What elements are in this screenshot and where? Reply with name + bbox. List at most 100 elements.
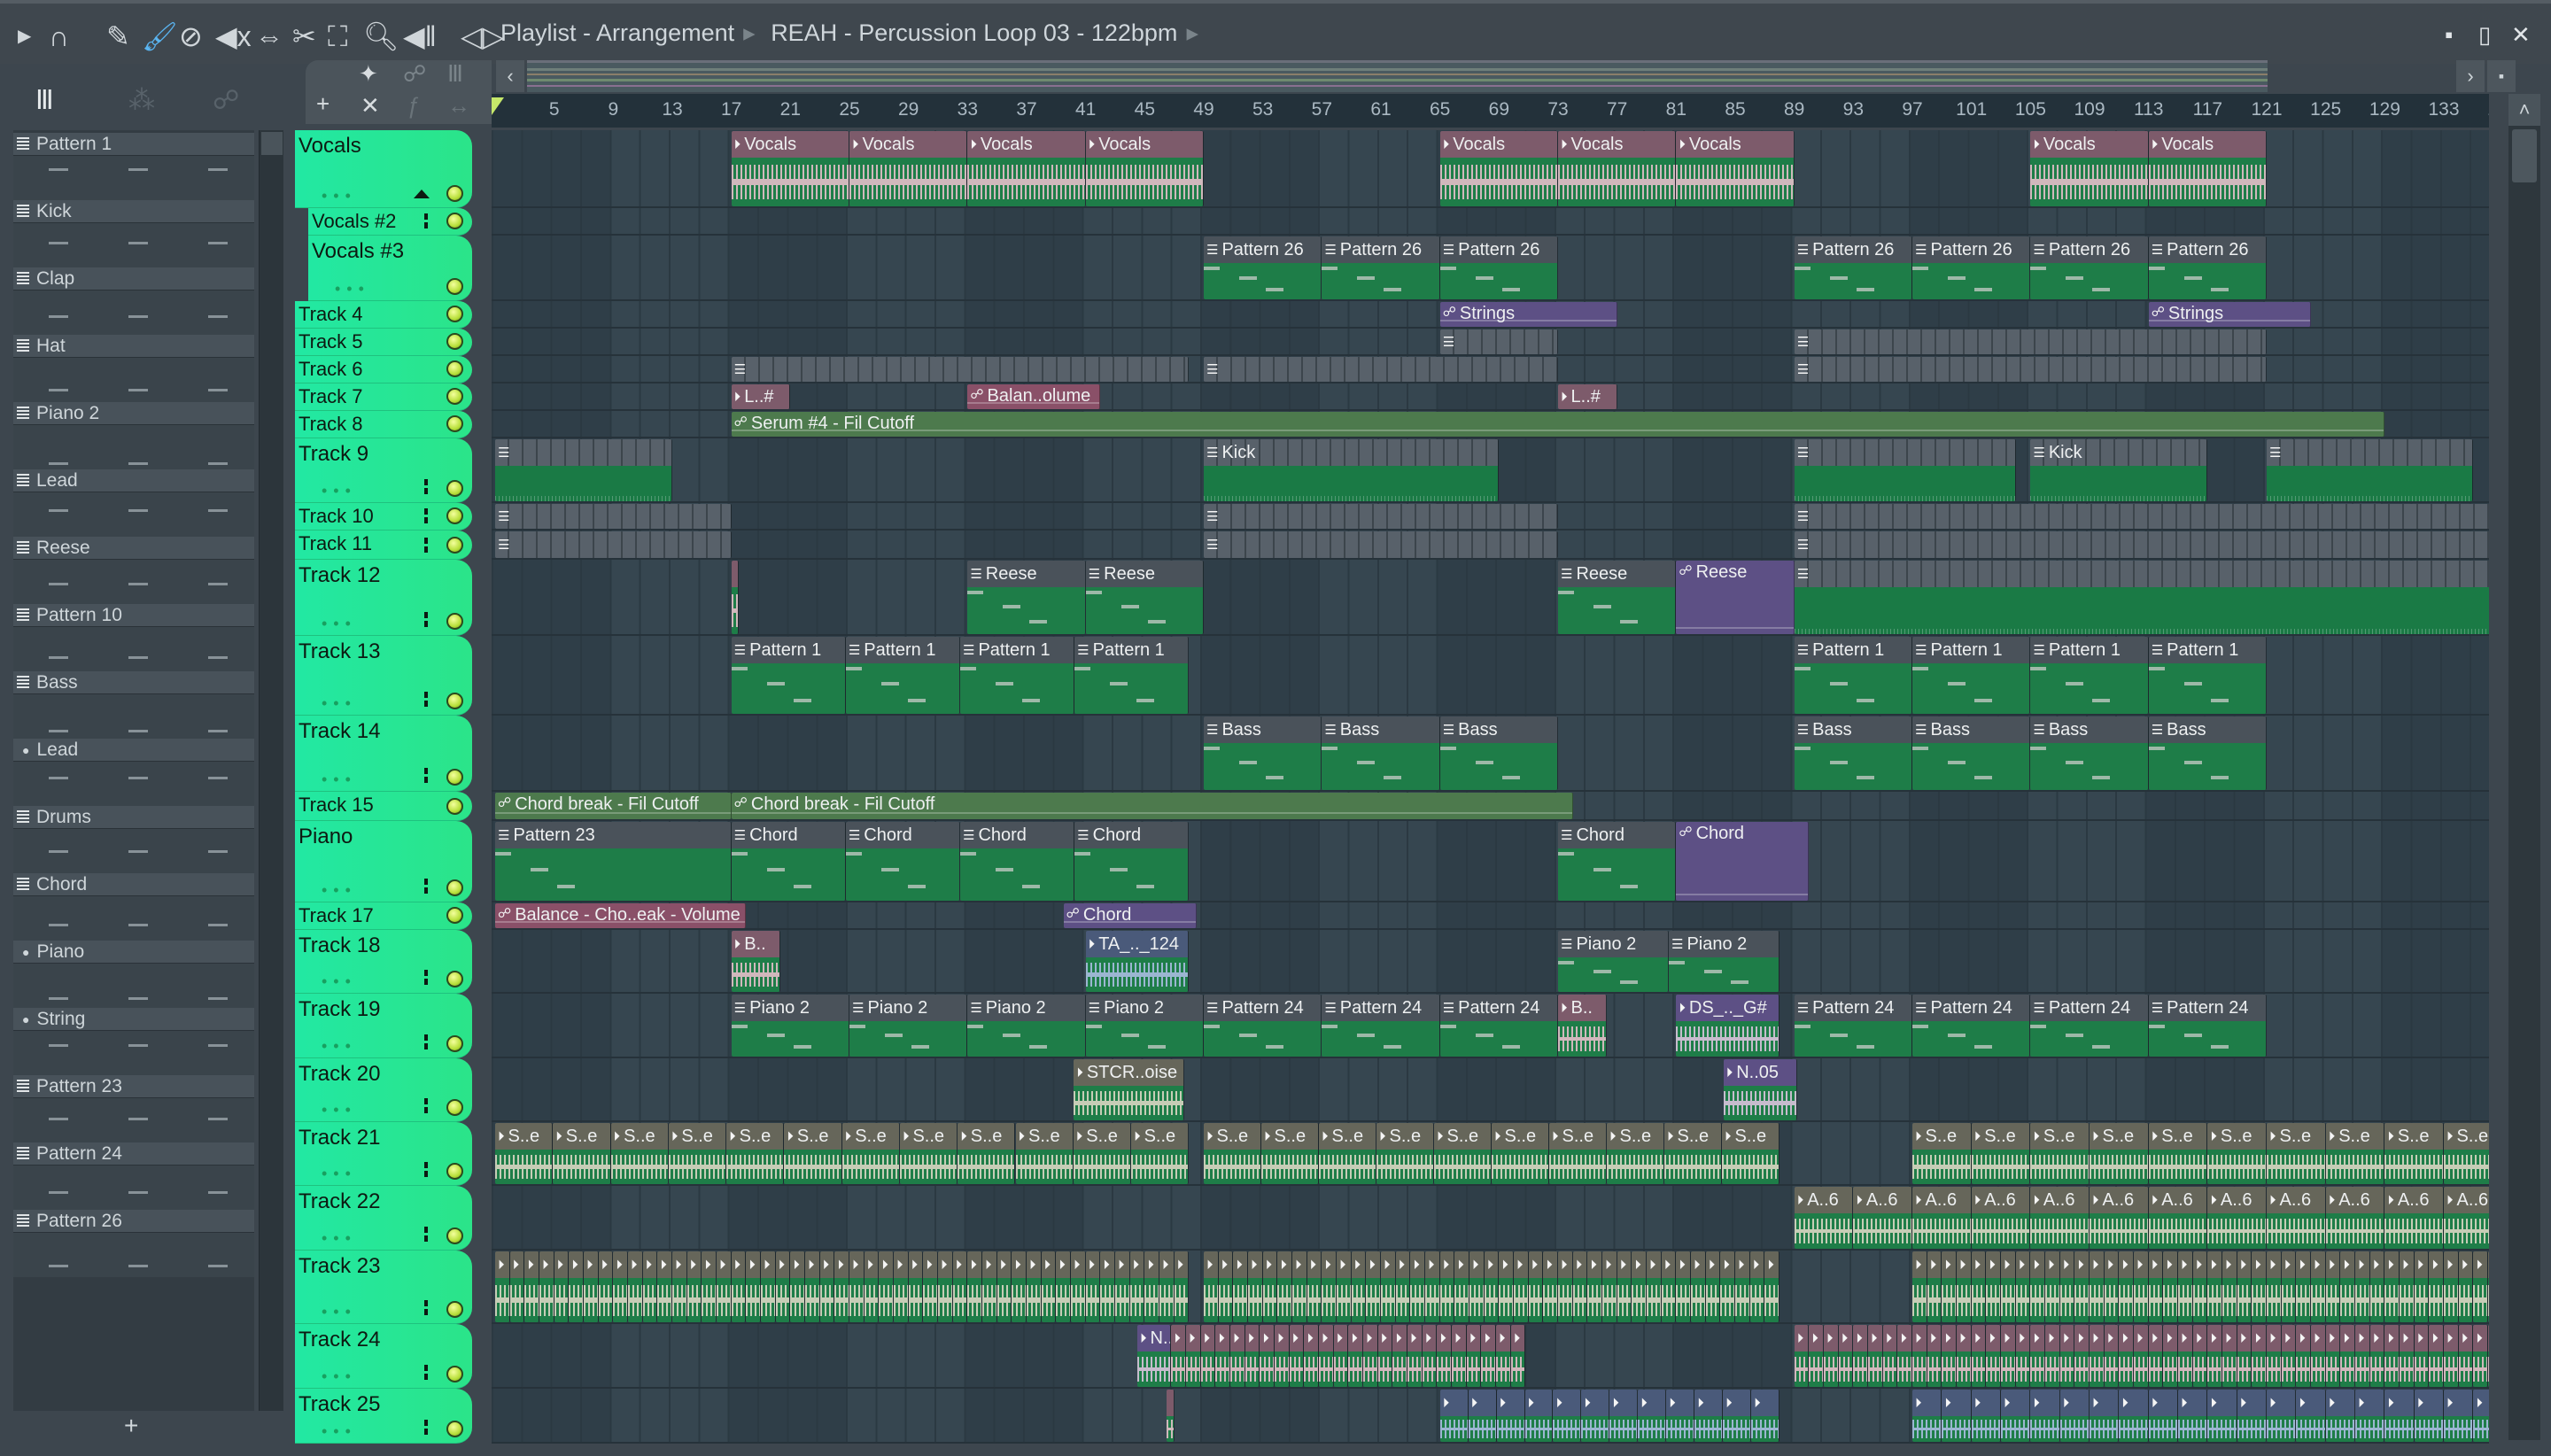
- track-options-icon[interactable]: • • •: [322, 1229, 352, 1248]
- clip-header[interactable]: ⏵: [2384, 1390, 2414, 1416]
- clip-header[interactable]: ⏵ S..e: [2030, 1123, 2090, 1150]
- track-lane[interactable]: ⏵N..05⏵⏵⏵⏵⏵⏵⏵⏵⏵⏵⏵⏵⏵⏵⏵⏵⏵⏵⏵⏵⏵⏵⏵⏵⏵⏵⏵⏵⏵⏵⏵⏵⏵⏵…: [492, 1324, 2489, 1389]
- audio-clip[interactable]: ⏵: [2296, 1390, 2326, 1442]
- clip-header[interactable]: ⏵: [2104, 1251, 2119, 1278]
- audio-clip[interactable]: ⏵: [1348, 1325, 1363, 1387]
- clip-header[interactable]: ⏵: [1510, 1325, 1525, 1351]
- pattern-item-header[interactable]: Pattern 10: [13, 604, 254, 627]
- clip-header[interactable]: ⏵ S..e: [1131, 1123, 1189, 1150]
- audio-clip[interactable]: ⏵: [702, 1251, 717, 1322]
- audio-clip[interactable]: ⏵: [1129, 1251, 1145, 1322]
- audio-clip[interactable]: ⏵: [996, 1251, 1012, 1322]
- clip-header[interactable]: ☍ Chord: [1064, 903, 1196, 928]
- clip-header[interactable]: ☰ Chord: [1558, 822, 1676, 848]
- clip-header[interactable]: ⏵: [2355, 1390, 2384, 1416]
- audio-clip[interactable]: ⏵: [2237, 1390, 2268, 1442]
- track-options-icon[interactable]: • • •: [322, 881, 352, 900]
- track-name[interactable]: Track 6: [299, 358, 363, 381]
- audio-clip[interactable]: ⏵ S..e: [726, 1123, 785, 1184]
- audio-clip[interactable]: ⏵: [1337, 1251, 1352, 1322]
- audio-clip[interactable]: ⏵: [1809, 1325, 1825, 1387]
- clip-header[interactable]: ⏵ S..e: [1722, 1123, 1779, 1150]
- track-name[interactable]: Track 15: [299, 794, 374, 817]
- audio-clip[interactable]: ⏵: [1723, 1390, 1752, 1442]
- clip-header[interactable]: ⏵: [1587, 1251, 1601, 1278]
- track-lane[interactable]: ⏵ ⏵ ⏵ ⏵ ⏵ ⏵ ⏵ ⏵ ⏵ ⏵ ⏵ ⏵ ⏵ ⏵ ⏵ ⏵ ⏵ ⏵ ⏵ ⏵ ⏵ ⏵ ⏵ ⏵ ⏵ ⏵ ⏵ ⏵ ⏵ ⏵ ⏵ ⏵: [492, 1389, 2489, 1444]
- clip-header[interactable]: ⏵: [1912, 1325, 1927, 1351]
- audio-clip[interactable]: ⏵: [1510, 1325, 1526, 1387]
- audio-clip[interactable]: ⏵ TA_.._124: [1085, 931, 1190, 992]
- clip-header[interactable]: ☰ Piano 2: [731, 995, 849, 1021]
- clip-header[interactable]: ⏵: [2178, 1325, 2192, 1351]
- audio-clip[interactable]: ⏵: [2163, 1325, 2179, 1387]
- clip-header[interactable]: ⏵: [2163, 1325, 2178, 1351]
- clip-header[interactable]: ☰ Bass: [2030, 716, 2148, 743]
- audio-clip[interactable]: ⏵ S..e: [2207, 1123, 2268, 1184]
- clip-header[interactable]: ☰ Pattern 26: [1794, 236, 1912, 263]
- clip-header[interactable]: ⏵: [2429, 1251, 2444, 1278]
- audio-clip[interactable]: ⏵ Vocals: [967, 131, 1086, 206]
- collapse-group-icon[interactable]: [414, 190, 430, 198]
- clip-header[interactable]: ☰: [1439, 329, 1558, 354]
- audio-clip[interactable]: ⏵ S..e: [1073, 1123, 1132, 1184]
- audio-clip[interactable]: ⏵: [1897, 1325, 1913, 1387]
- clip-header[interactable]: ⏵: [1676, 1251, 1691, 1278]
- clip-header[interactable]: ⏵: [1319, 1325, 1333, 1351]
- playhead-marker[interactable]: [492, 97, 504, 115]
- clip-header[interactable]: ☰ Pattern 24: [1912, 995, 2030, 1021]
- pattern-clip[interactable]: ☰ Pattern 24: [1204, 995, 1322, 1057]
- clip-header[interactable]: ☰ Kick: [1204, 439, 1499, 466]
- clip-header[interactable]: ⏵: [569, 1251, 583, 1278]
- pattern-clip[interactable]: ☰ Pattern 23: [495, 822, 732, 901]
- clip-header[interactable]: ☰: [495, 531, 731, 558]
- track-lane[interactable]: ☰ ☰ ☰: [492, 356, 2489, 383]
- audio-clip[interactable]: ⏵: [509, 1251, 525, 1322]
- clip-header[interactable]: ⏵: [1553, 1390, 1581, 1416]
- track-name[interactable]: Track 20: [299, 1062, 380, 1087]
- scrollbar-thumb[interactable]: [261, 132, 283, 155]
- audio-clip[interactable]: ⏵: [2384, 1390, 2415, 1442]
- clip-header[interactable]: ⏵: [1927, 1325, 1942, 1351]
- audio-clip[interactable]: ⏵ A..6: [2148, 1187, 2208, 1249]
- audio-clip[interactable]: ⏵: [1838, 1325, 1854, 1387]
- clip-header[interactable]: ⏵: [1481, 1325, 1495, 1351]
- menu-arrow-icon[interactable]: ▶: [18, 21, 31, 51]
- clip-header[interactable]: ☰ Bass: [1912, 716, 2030, 743]
- track-lane[interactable]: ⏵ Vocals ⏵ Vocals ⏵ Vocals ⏵ Vocals ⏵ Vocals ⏵ Voca…: [492, 130, 2489, 208]
- audio-clip[interactable]: ⏵ S..e: [1607, 1123, 1665, 1184]
- clip-header[interactable]: ⏵: [1912, 1251, 1927, 1278]
- clip-header[interactable]: [731, 561, 738, 587]
- clip-header[interactable]: ⏵: [628, 1251, 642, 1278]
- clip-header[interactable]: ⏵: [1171, 1325, 1185, 1351]
- clip-header[interactable]: ⏵: [1661, 1251, 1676, 1278]
- clip-header[interactable]: ⏵: [2045, 1251, 2059, 1278]
- add-track-button[interactable]: +: [316, 90, 330, 118]
- clip-header[interactable]: ⏵: [2030, 1251, 2045, 1278]
- clip-header[interactable]: ⏵: [894, 1251, 908, 1278]
- clip-header[interactable]: ⏵: [1735, 1251, 1749, 1278]
- clip-header[interactable]: ⏵: [1307, 1251, 1322, 1278]
- clip-header[interactable]: ⏵: [1691, 1251, 1705, 1278]
- audio-clip[interactable]: ⏵: [2267, 1325, 2282, 1387]
- automation-clip[interactable]: ☍ Chord break - Fil Cutoff: [495, 793, 732, 819]
- audio-clip[interactable]: ⏵: [1484, 1251, 1500, 1322]
- audio-clip[interactable]: ⏵ S..e: [2148, 1123, 2208, 1184]
- track-header[interactable]: Piano • • •: [295, 821, 472, 902]
- magnet-icon[interactable]: ∩: [49, 21, 69, 51]
- clip-header[interactable]: ⏵: [1912, 1390, 1942, 1416]
- track-header[interactable]: Track 18 • • •: [295, 930, 472, 994]
- clip-header[interactable]: ☰ Reese: [1558, 561, 1676, 587]
- clip-header[interactable]: ☰: [495, 504, 731, 529]
- audio-clip[interactable]: ⏵: [1528, 1251, 1544, 1322]
- pattern-item[interactable]: Pattern 24: [13, 1142, 254, 1210]
- track-name[interactable]: Vocals: [299, 134, 361, 159]
- close-icon[interactable]: ✕: [361, 92, 380, 120]
- clip-header[interactable]: ⏵: [1144, 1251, 1159, 1278]
- clip-header[interactable]: ⏵: [952, 1251, 967, 1278]
- audio-clip[interactable]: ⏵: [2148, 1251, 2164, 1322]
- clip-header[interactable]: ⏵: [1115, 1251, 1129, 1278]
- audio-clip[interactable]: ⏵: [1233, 1251, 1248, 1322]
- clip-header[interactable]: ⏵: [790, 1251, 804, 1278]
- zoom-icon[interactable]: 🔍︎: [363, 21, 399, 51]
- clip-header[interactable]: ⏵: [1528, 1251, 1543, 1278]
